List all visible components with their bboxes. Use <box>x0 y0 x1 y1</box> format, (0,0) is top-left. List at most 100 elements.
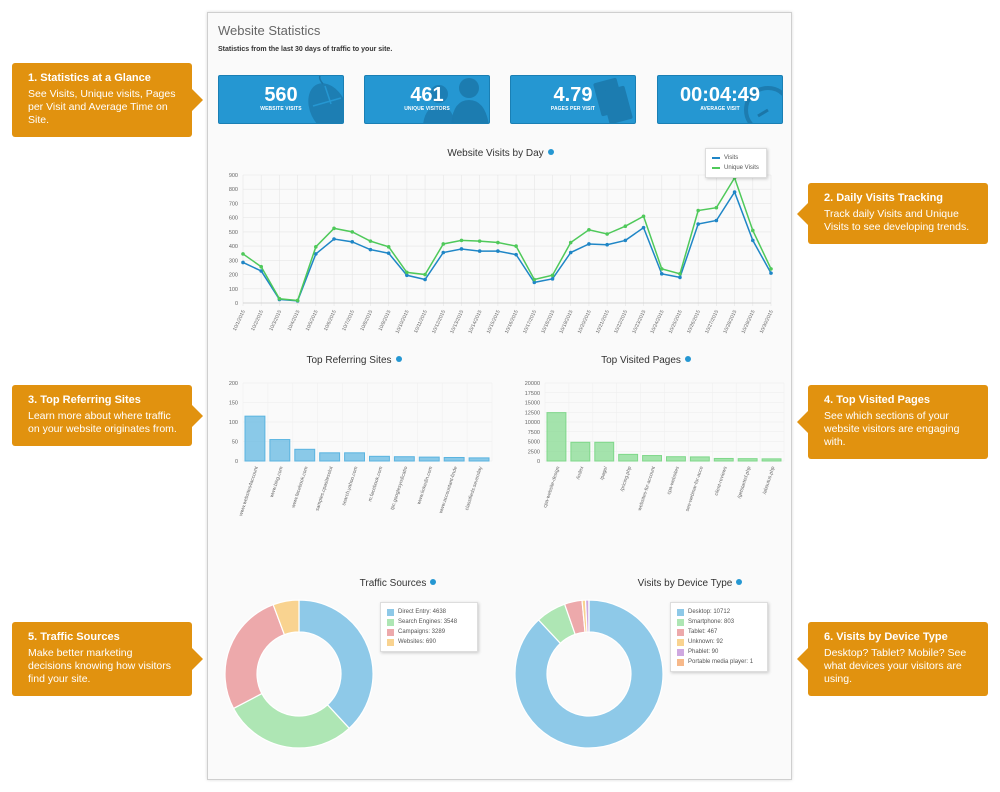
bar <box>761 458 782 462</box>
x-tick-label: search.yahoo.com <box>341 466 359 507</box>
x-tick-label: client-reviews <box>714 465 729 496</box>
x-tick-label: /aboutus.php <box>762 466 777 496</box>
x-tick-label: www.facebook.com <box>291 466 310 509</box>
data-point <box>532 277 537 282</box>
x-tick-label: cpa-website-design <box>542 466 561 509</box>
legend-swatch <box>677 648 684 656</box>
y-tick-label: 100 <box>229 420 238 426</box>
x-tick-label: 10/10/2015 <box>395 309 411 334</box>
x-tick-label: 10/3/2015 <box>268 309 283 332</box>
slice-campaigns <box>224 603 286 710</box>
data-point <box>732 190 737 194</box>
callout-daily-visits-tracking: 2. Daily Visits Tracking Track daily Vis… <box>797 183 988 244</box>
stat-label: PAGES PER VISIT <box>550 106 596 112</box>
data-point <box>441 242 446 246</box>
data-point <box>477 239 482 243</box>
callout-title: 4. Top Visited Pages <box>824 394 930 406</box>
panel-subtitle: Statistics from the last 30 days of traf… <box>218 46 393 53</box>
x-tick-label: cpa-websites <box>666 465 681 495</box>
stat-unique-visitors: 461 UNIQUE VISITORS <box>364 75 490 124</box>
legend-swatch <box>387 618 394 626</box>
data-point <box>332 226 336 231</box>
callout-body: See which sections of your website visit… <box>824 410 960 448</box>
x-tick-label: 10/20/2015 <box>577 309 593 334</box>
stat-average-visit: 00:04:49 AVERAGE VISIT <box>657 75 783 124</box>
data-point <box>678 272 682 276</box>
legend-swatch <box>677 608 684 616</box>
x-tick-label: 10/22/2015 <box>613 309 629 334</box>
x-tick-label: 10/2/2015 <box>250 309 265 332</box>
bar <box>713 457 734 462</box>
y-tick-label: 300 <box>229 258 238 264</box>
y-tick-label: 500 <box>229 230 238 236</box>
y-tick-label: 12500 <box>525 410 540 416</box>
x-tick-label: www.accountant-finde <box>438 466 459 515</box>
legend-label: Phablet: 90 <box>688 649 719 655</box>
bar <box>642 455 663 462</box>
callout-top-referring-sites: 3. Top Referring Sites Learn more about … <box>12 385 203 446</box>
x-tick-label: 10/5/2015 <box>305 309 320 332</box>
y-tick-label: 800 <box>229 187 238 193</box>
help-icon[interactable] <box>684 356 691 363</box>
callout-body: Desktop? Tablet? Mobile? See what device… <box>824 647 967 685</box>
legend-item: Phablet: 90 <box>677 647 761 657</box>
legend-swatch <box>387 608 394 616</box>
data-point <box>368 239 373 243</box>
x-tick-label: classifieds.sevenday <box>464 465 484 511</box>
stat-pages-per-visit: 4.79 PAGES PER VISIT <box>510 75 636 124</box>
panel-title: Website Statistics <box>218 23 321 38</box>
stat-value: 461 <box>410 84 444 106</box>
legend-swatch <box>677 618 684 626</box>
help-icon[interactable] <box>395 356 402 363</box>
device-type-title: Visits by Device Type <box>500 578 880 589</box>
legend-swatch <box>712 167 720 169</box>
x-tick-label: 10/1/2015 <box>232 309 247 332</box>
legend-swatch <box>387 638 394 646</box>
x-tick-label: websites-for-account <box>637 465 657 511</box>
bar <box>269 439 291 462</box>
legend-label: Websites: 690 <box>398 639 436 645</box>
data-point <box>386 245 391 249</box>
callout-title: 6. Visits by Device Type <box>824 631 948 643</box>
data-point <box>423 277 427 282</box>
traffic-sources-donut <box>224 599 374 749</box>
data-point <box>605 232 609 236</box>
legend-swatch <box>677 658 684 666</box>
x-tick-label: 10/29/2015 <box>741 309 757 334</box>
x-tick-label: /getstarted.php <box>737 466 753 500</box>
y-tick-label: 0 <box>235 459 238 465</box>
y-tick-label: 200 <box>229 381 238 387</box>
data-point <box>459 238 464 243</box>
x-tick-label: 10/12/2015 <box>431 309 447 334</box>
callout-visits-by-device-type: 6. Visits by Device Type Desktop? Tablet… <box>797 622 988 696</box>
x-tick-label: 10/6/2015 <box>323 309 338 332</box>
help-icon[interactable] <box>430 579 437 586</box>
series-line-unique-visits <box>242 176 772 302</box>
x-tick-label: 10/8/2015 <box>359 309 374 332</box>
data-point <box>368 247 373 252</box>
stat-value: 00:04:49 <box>679 84 761 106</box>
legend-item-visits: Visits <box>712 153 760 163</box>
y-tick-label: 17500 <box>525 391 540 397</box>
callout-body: Learn more about where traffic on your w… <box>28 410 177 435</box>
legend-item: Campaigns: 3289 <box>387 627 471 637</box>
data-point <box>350 230 355 234</box>
data-point <box>605 242 609 247</box>
help-icon[interactable] <box>736 579 743 586</box>
y-tick-label: 400 <box>229 244 238 250</box>
stat-value: 560 <box>264 84 298 106</box>
bar <box>369 455 390 462</box>
help-icon[interactable] <box>547 149 554 156</box>
legend-item: Desktop: 10712 <box>677 607 761 617</box>
legend-swatch <box>712 157 720 159</box>
data-point <box>550 277 555 281</box>
legend-swatch <box>677 628 684 636</box>
data-point <box>477 249 482 253</box>
y-tick-label: 2500 <box>528 449 540 455</box>
data-point <box>550 273 555 278</box>
y-tick-label: 20000 <box>525 381 540 387</box>
callout-title: 1. Statistics at a Glance <box>28 72 151 84</box>
bar <box>344 452 366 462</box>
data-point <box>277 296 282 301</box>
legend-item: Websites: 690 <box>387 637 471 647</box>
